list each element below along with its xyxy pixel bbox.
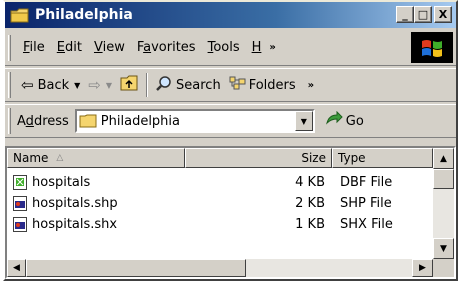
- folders-button[interactable]: Folders: [225, 75, 300, 95]
- menu-more-chevron-icon[interactable]: »: [269, 42, 275, 53]
- close-button[interactable]: X: [434, 6, 452, 23]
- minimize-button[interactable]: _: [396, 6, 414, 23]
- menu-tools[interactable]: Tools: [202, 40, 246, 55]
- horizontal-scrollbar[interactable]: ◀ ▶: [7, 259, 433, 277]
- scroll-down-button[interactable]: ▼: [433, 238, 454, 259]
- scroll-right-button[interactable]: ▶: [412, 259, 433, 277]
- file-name: hospitals.shx: [32, 217, 118, 232]
- file-type: SHP File: [340, 196, 392, 211]
- toolbar-grip[interactable]: [8, 108, 11, 134]
- vertical-scroll-thumb[interactable]: [433, 169, 454, 189]
- file-type: SHX File: [340, 217, 393, 232]
- column-header-name[interactable]: Name △: [7, 148, 185, 168]
- back-dropdown-icon[interactable]: ▼: [74, 81, 80, 90]
- file-type: DBF File: [340, 175, 393, 190]
- go-arrow-icon: [325, 110, 343, 131]
- menu-edit[interactable]: Edit: [51, 40, 88, 55]
- standard-toolbar: ⇦ Back ▼ ⇨ ▼ Search Folders »: [5, 68, 456, 102]
- title-bar[interactable]: Philadelphia _ □ X: [5, 2, 456, 28]
- toolbar-more-chevron-icon[interactable]: »: [308, 80, 314, 91]
- explorer-window: Philadelphia _ □ X File Edit View Favori…: [3, 0, 458, 281]
- forward-dropdown-icon[interactable]: ▼: [106, 81, 112, 90]
- folder-icon: [79, 114, 97, 128]
- back-arrow-icon: ⇦: [21, 76, 34, 94]
- table-row[interactable]: hospitals.shp 2 KB SHP File: [7, 194, 433, 214]
- up-folder-icon: [120, 75, 138, 95]
- forward-button[interactable]: ⇨ ▼: [84, 76, 116, 94]
- shp-file-icon: [13, 196, 27, 211]
- scroll-up-button[interactable]: ▲: [433, 148, 454, 169]
- toolbar-grip[interactable]: [8, 72, 11, 98]
- menu-bar: File Edit View Favorites Tools H »: [5, 30, 456, 66]
- shx-file-icon: [13, 217, 27, 232]
- column-header-type[interactable]: Type: [332, 148, 433, 168]
- window-title: Philadelphia: [35, 7, 133, 23]
- go-button[interactable]: Go: [325, 110, 364, 131]
- address-label: Address: [17, 113, 69, 129]
- file-size: 1 KB: [295, 217, 325, 232]
- table-row[interactable]: hospitals.shx 1 KB SHX File: [7, 215, 433, 235]
- up-folder-button[interactable]: [116, 75, 142, 95]
- address-field[interactable]: Philadelphia ▼: [74, 109, 315, 133]
- back-button[interactable]: ⇦ Back ▼: [17, 76, 84, 94]
- scroll-left-button[interactable]: ◀: [7, 259, 26, 277]
- horizontal-scroll-thumb[interactable]: [26, 259, 246, 277]
- menu-view[interactable]: View: [88, 40, 131, 55]
- folders-icon: [229, 75, 246, 95]
- windows-logo-icon: [411, 32, 453, 63]
- forward-arrow-icon: ⇨: [88, 76, 101, 94]
- folder-icon: [10, 8, 30, 23]
- search-button[interactable]: Search: [152, 75, 225, 95]
- scrollbar-corner: [433, 259, 454, 277]
- address-dropdown-button[interactable]: ▼: [294, 111, 313, 131]
- file-name: hospitals: [32, 175, 91, 190]
- table-row[interactable]: hospitals 4 KB DBF File: [7, 173, 433, 193]
- search-icon: [156, 75, 173, 95]
- vertical-scrollbar[interactable]: ▲ ▼: [433, 148, 454, 259]
- file-list: Name △ Size Type hospitals 4 KB DBF File…: [5, 146, 456, 279]
- column-header-size[interactable]: Size: [185, 148, 332, 168]
- column-header-row: Name △ Size Type: [7, 148, 433, 168]
- menu-help[interactable]: H: [246, 40, 268, 55]
- menu-favorites[interactable]: Favorites: [131, 40, 202, 55]
- maximize-button[interactable]: □: [414, 6, 432, 23]
- file-name: hospitals.shp: [32, 196, 118, 211]
- sort-arrow-icon: △: [56, 153, 64, 163]
- dbf-file-icon: [13, 175, 27, 190]
- toolbar-grip[interactable]: [8, 34, 11, 61]
- file-size: 2 KB: [295, 196, 325, 211]
- menu-file[interactable]: File: [17, 40, 51, 55]
- address-bar: Address Philadelphia ▼ Go: [5, 104, 456, 138]
- toolbar-separator: [146, 73, 149, 97]
- file-size: 4 KB: [295, 175, 325, 190]
- address-value: Philadelphia: [100, 113, 180, 129]
